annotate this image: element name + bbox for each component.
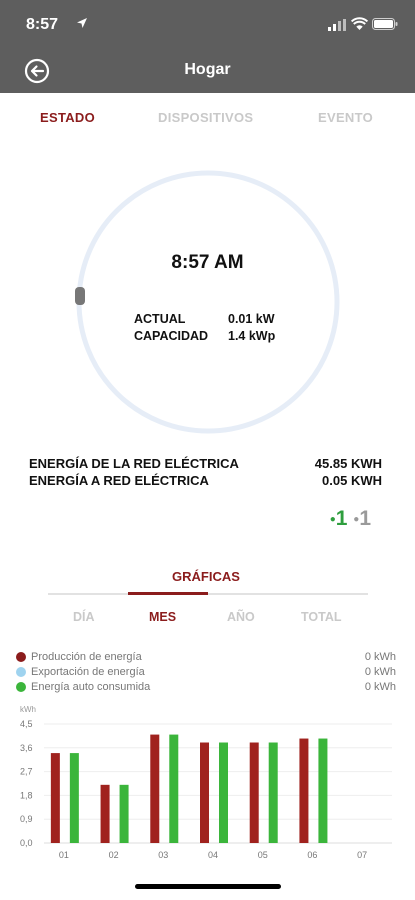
bar-self-consumed-06 <box>318 738 328 843</box>
legend-export-label: Exportación de energía <box>31 666 145 678</box>
bar-production-02 <box>100 784 110 843</box>
period-tab-mes[interactable]: MES <box>149 610 176 624</box>
bar-production-05 <box>249 742 259 843</box>
online-count: 1 <box>335 507 348 530</box>
bar-self-consumed-05 <box>268 742 278 843</box>
production-color-swatch <box>16 652 26 662</box>
x-tick-label: 02 <box>109 850 119 860</box>
x-tick-label: 06 <box>307 850 317 860</box>
period-active-indicator <box>128 592 208 595</box>
status-time: 8:57 <box>26 16 59 33</box>
current-time: 8:57 AM <box>171 252 244 273</box>
y-tick-label: 0,9 <box>20 814 33 824</box>
bar-production-04 <box>200 742 209 843</box>
actual-value: 0.01 kW <box>228 312 275 326</box>
x-tick-label: 05 <box>258 850 268 860</box>
battery-icon <box>372 18 398 30</box>
x-tick-label: 03 <box>158 850 168 860</box>
legend-production-value: 0 kWh <box>364 651 396 663</box>
graphs-title[interactable]: GRÁFICAS <box>172 569 240 584</box>
energy-to-grid-label: ENERGÍA A RED ELÉCTRICA <box>29 473 209 488</box>
legend-self-consumed-value: 0 kWh <box>364 681 396 693</box>
bar-self-consumed-01 <box>69 753 79 843</box>
legend-self-consumed: Energía auto consumida 0 kWh <box>16 681 396 694</box>
page-title: Hogar <box>184 61 231 78</box>
cellular-signal-icon <box>328 19 346 31</box>
tab-dispositivos[interactable]: DISPOSITIVOS <box>158 110 253 125</box>
y-unit-label: kWh <box>20 705 36 714</box>
bar-self-consumed-03 <box>169 734 179 843</box>
y-tick-label: 4,5 <box>20 719 33 729</box>
offline-count: 1 <box>359 507 371 530</box>
legend-production-label: Producción de energía <box>31 651 142 663</box>
x-tick-label: 07 <box>357 850 367 860</box>
x-tick-label: 04 <box>208 850 218 860</box>
location-arrow-icon <box>77 18 87 28</box>
capacity-value: 1.4 kWp <box>228 329 276 343</box>
tab-evento[interactable]: EVENTO <box>318 110 373 125</box>
legend-production: Producción de energía 0 kWh <box>16 651 396 664</box>
period-tab-dia[interactable]: DÍA <box>73 610 95 624</box>
actual-label: ACTUAL <box>134 312 186 326</box>
y-tick-label: 0,0 <box>20 838 33 848</box>
home-indicator <box>135 884 281 889</box>
period-tab-total[interactable]: TOTAL <box>301 610 342 624</box>
gauge-indicator <box>75 287 85 305</box>
bar-self-consumed-02 <box>119 784 129 843</box>
y-tick-label: 1,8 <box>20 790 33 800</box>
y-tick-label: 2,7 <box>20 767 33 777</box>
bar-production-06 <box>299 738 309 843</box>
x-tick-label: 01 <box>59 850 69 860</box>
bar-production-01 <box>50 753 60 843</box>
period-tab-ano[interactable]: AÑO <box>227 610 255 624</box>
energy-from-grid-value: 45.85 KWH <box>314 456 382 471</box>
capacity-label: CAPACIDAD <box>134 329 209 343</box>
period-divider <box>48 593 368 595</box>
bar-self-consumed-04 <box>219 742 228 843</box>
energy-bar-chart: kWh 0,0 0,9 1,8 2,7 3,6 4,5 01 02 03 04 05 06 07 <box>20 705 392 860</box>
legend-export-value: 0 kWh <box>364 666 396 678</box>
legend-self-consumed-label: Energía auto consumida <box>31 681 151 693</box>
export-color-swatch <box>16 667 26 677</box>
legend-export: Exportación de energía 0 kWh <box>16 666 396 679</box>
device-counts[interactable]: ●1 ●1 <box>330 507 371 531</box>
tab-estado[interactable]: ESTADO <box>40 110 95 125</box>
wifi-icon <box>351 17 368 30</box>
app-header: 8:57 Hogar <box>0 0 415 93</box>
self-consumed-color-swatch <box>16 682 26 692</box>
y-tick-label: 3,6 <box>20 743 33 753</box>
bar-production-03 <box>150 734 160 843</box>
power-gauge-ring <box>75 170 340 434</box>
energy-from-grid-label: ENERGÍA DE LA RED ELÉCTRICA <box>29 456 239 471</box>
energy-to-grid-value: 0.05 KWH <box>322 473 382 488</box>
